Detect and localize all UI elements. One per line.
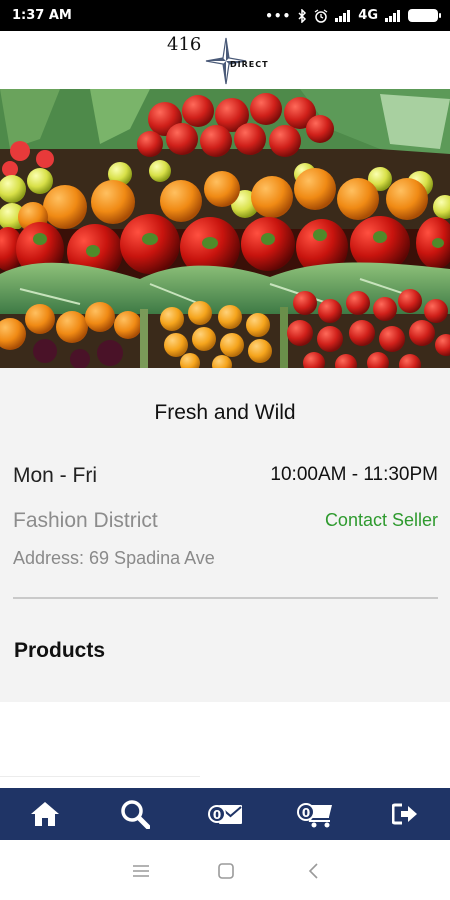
divider — [0, 776, 200, 777]
search-icon — [121, 800, 150, 829]
store-address: Address: 69 Spadina Ave — [13, 548, 215, 568]
opening-hours: 10:00AM - 11:30PM — [270, 464, 438, 485]
signal-icon — [335, 9, 351, 22]
logo-number: 416 — [167, 34, 202, 55]
logo-text: DIRECT — [230, 60, 269, 69]
produce-photo — [0, 89, 450, 368]
logout-button[interactable] — [375, 792, 435, 836]
divider — [13, 597, 438, 599]
cart-button[interactable]: 0 — [285, 792, 345, 836]
home-system-button[interactable] — [213, 858, 239, 884]
products-heading: Products — [14, 639, 106, 662]
store-district: Fashion District — [13, 509, 158, 532]
menu-button[interactable] — [128, 858, 154, 884]
logout-icon — [392, 803, 417, 825]
home-button[interactable] — [15, 792, 75, 836]
mail-icon: 0 — [208, 805, 242, 824]
status-bar: 1:37 AM ••• 4G — [0, 0, 450, 31]
home-icon — [31, 802, 59, 826]
menu-icon — [133, 865, 149, 877]
store-name: Fresh and Wild — [154, 401, 296, 424]
status-icons: ••• 4G — [265, 8, 441, 23]
opening-days: Mon - Fri — [13, 464, 97, 487]
store-info-panel: Fresh and Wild Mon - Fri 10:00AM - 11:30… — [0, 368, 450, 702]
svg-text:0: 0 — [213, 808, 221, 822]
svg-text:0: 0 — [302, 806, 310, 820]
messages-button[interactable]: 0 — [195, 792, 255, 836]
cart-icon: 0 — [297, 803, 332, 828]
dots-icon: ••• — [265, 8, 292, 23]
bottom-nav: 0 0 — [0, 788, 450, 840]
app-header: 416 DIRECT — [0, 31, 450, 89]
contact-seller-link[interactable]: Contact Seller — [325, 510, 438, 531]
network-type: 4G — [358, 8, 378, 23]
status-time: 1:37 AM — [12, 8, 72, 23]
battery-icon — [408, 9, 441, 22]
back-button[interactable] — [300, 858, 326, 884]
alarm-icon — [314, 8, 328, 23]
back-chevron-icon — [308, 863, 318, 879]
search-button[interactable] — [105, 792, 165, 836]
system-nav-bar — [0, 840, 450, 900]
square-icon — [218, 863, 234, 879]
signal-icon — [385, 9, 401, 22]
store-hero-image — [0, 89, 450, 368]
bluetooth-icon — [298, 8, 307, 23]
